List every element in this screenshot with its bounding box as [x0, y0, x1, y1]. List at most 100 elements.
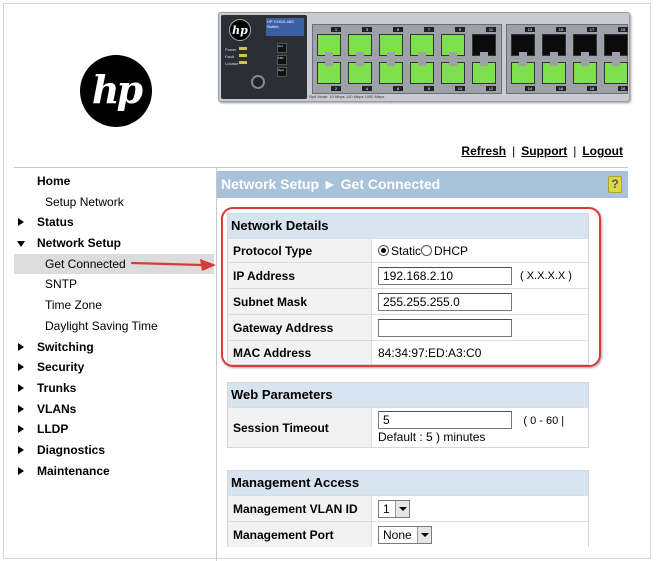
network-details-heading: Network Details: [228, 214, 588, 238]
sidebar-item-network-setup[interactable]: Network Setup: [14, 233, 214, 254]
port-number: 9: [455, 27, 465, 32]
port-number: 15: [556, 27, 566, 32]
switch-port-icon: [441, 34, 465, 56]
subnet-mask-input[interactable]: [378, 292, 512, 311]
management-port-label: Management Port: [228, 522, 372, 547]
switch-port-icon: [542, 62, 566, 84]
sidebar-item-time-zone[interactable]: Time Zone: [14, 295, 214, 316]
switch-mode-buttons: Act FDx Spd: [277, 43, 289, 79]
sidebar-item-label: Home: [37, 174, 71, 188]
switch-port-icon: [573, 34, 597, 56]
sidebar-item-label: Security: [37, 360, 85, 375]
sidebar-item-setup-network[interactable]: Setup Network: [14, 192, 214, 213]
static-radio[interactable]: [378, 245, 389, 256]
gateway-address-label: Gateway Address: [228, 315, 372, 340]
switch-port-icon: [410, 62, 434, 84]
ip-format-hint: ( X.X.X.X ): [520, 269, 572, 282]
refresh-link[interactable]: Refresh: [461, 144, 506, 158]
port-number: 20: [618, 86, 628, 91]
port-number: 18: [587, 86, 597, 91]
management-port-select[interactable]: None: [378, 525, 432, 544]
session-timeout-label: Session Timeout: [228, 408, 372, 447]
ip-address-label: IP Address: [228, 263, 372, 288]
dhcp-radio[interactable]: [421, 245, 433, 256]
static-radio-label: Static: [391, 243, 422, 258]
switch-port-icon: [379, 62, 403, 84]
fdx-button: FDx: [277, 55, 287, 65]
help-icon[interactable]: ?: [608, 176, 622, 193]
mac-address-label: MAC Address: [228, 341, 372, 364]
switch-port-icon: [410, 34, 434, 56]
port-number: 6: [393, 86, 403, 91]
hp-logo: hp: [80, 55, 152, 127]
switch-port-icon: [348, 34, 372, 56]
switch-hp-logo: hp: [229, 19, 251, 41]
port-number: 1: [331, 27, 341, 32]
locator-led: Locator: [225, 61, 247, 66]
sidebar-item-sntp[interactable]: SNTP: [14, 274, 214, 295]
sidebar-divider: [216, 168, 217, 561]
sidebar-item-lldp[interactable]: LLDP: [14, 419, 214, 440]
mac-address-row: MAC Address 84:34:97:ED:A3:C0: [228, 340, 588, 364]
web-parameters-section: Web Parameters Session Timeout ( 0 - 60 …: [227, 382, 589, 448]
switch-port-icon: [472, 34, 496, 56]
collapsed-triangle-icon: [18, 218, 24, 227]
switch-port-icon: [604, 34, 628, 56]
sidebar-item-status[interactable]: Status: [14, 212, 214, 233]
port-number: 11: [486, 27, 496, 32]
switch-port-icon: [511, 62, 535, 84]
sidebar-item-home[interactable]: Home: [14, 171, 214, 192]
collapsed-triangle-icon: [18, 445, 24, 454]
port-number: 19: [618, 27, 628, 32]
link-separator: |: [573, 144, 577, 158]
sidebar-item-diagnostics[interactable]: Diagnostics: [14, 440, 214, 461]
port-number: 8: [424, 86, 434, 91]
expanded-triangle-icon: [17, 241, 25, 248]
sidebar-item-daylight-saving-time[interactable]: Daylight Saving Time: [14, 316, 214, 337]
collapsed-triangle-icon: [18, 404, 24, 413]
sidebar-item-label: LLDP: [37, 422, 69, 437]
switch-port-icon: [472, 62, 496, 84]
collapsed-triangle-icon: [18, 342, 24, 351]
mac-address-value: 84:34:97:ED:A3:C0: [378, 345, 482, 360]
sidebar-item-vlans[interactable]: VLANs: [14, 399, 214, 420]
port-number: 5: [393, 27, 403, 32]
switch-port-icon: [604, 62, 628, 84]
sidebar-item-label: Trunks: [37, 380, 77, 395]
subnet-mask-row: Subnet Mask: [228, 288, 588, 314]
sidebar-item-label: Setup Network: [45, 194, 124, 209]
switch-panel-graphic: hp HP V1810-48G Switch Power Fault Locat…: [218, 12, 630, 102]
logout-link[interactable]: Logout: [582, 144, 623, 158]
page-title-bar: Network Setup ► Get Connected ?: [217, 171, 628, 198]
support-link[interactable]: Support: [521, 144, 567, 158]
switch-port-icon: [317, 62, 341, 84]
switch-control-panel: hp HP V1810-48G Switch Power Fault Locat…: [221, 15, 307, 99]
port-number: 4: [362, 86, 372, 91]
sidebar-item-security[interactable]: Security: [14, 357, 214, 378]
sidebar-item-maintenance[interactable]: Maintenance: [14, 461, 214, 482]
sidebar-item-label: Maintenance: [37, 463, 110, 478]
port-number: 10: [455, 86, 465, 91]
sidebar-nav: Home Setup Network Status Network Setup Get …: [14, 171, 214, 481]
management-access-section: Management Access Management VLAN ID 1 M…: [227, 470, 589, 547]
sidebar-item-switching[interactable]: Switching: [14, 337, 214, 358]
dhcp-radio-label: DHCP: [434, 243, 469, 258]
management-port-row: Management Port None: [228, 521, 588, 547]
page-title: Network Setup ► Get Connected: [221, 176, 441, 192]
switch-port-icon: [348, 62, 372, 84]
gateway-address-input[interactable]: [378, 318, 512, 337]
switch-port-icon: [379, 34, 403, 56]
sidebar-item-label: SNTP: [45, 277, 78, 292]
sidebar-item-label: Switching: [37, 339, 94, 354]
management-vlan-select[interactable]: 1: [378, 499, 410, 518]
ip-address-input[interactable]: [378, 266, 512, 285]
collapsed-triangle-icon: [18, 466, 24, 475]
sidebar-item-trunks[interactable]: Trunks: [14, 378, 214, 399]
session-timeout-input[interactable]: [378, 411, 512, 429]
session-timeout-row: Session Timeout ( 0 - 60 | Default : 5 )…: [228, 407, 588, 447]
network-details-section: Network Details Protocol Type Static DHCP…: [227, 213, 589, 365]
logo-text: hp: [91, 66, 143, 112]
management-access-heading: Management Access: [228, 471, 588, 495]
sidebar-item-label: Daylight Saving Time: [45, 318, 158, 333]
switch-port-icon: [542, 34, 566, 56]
